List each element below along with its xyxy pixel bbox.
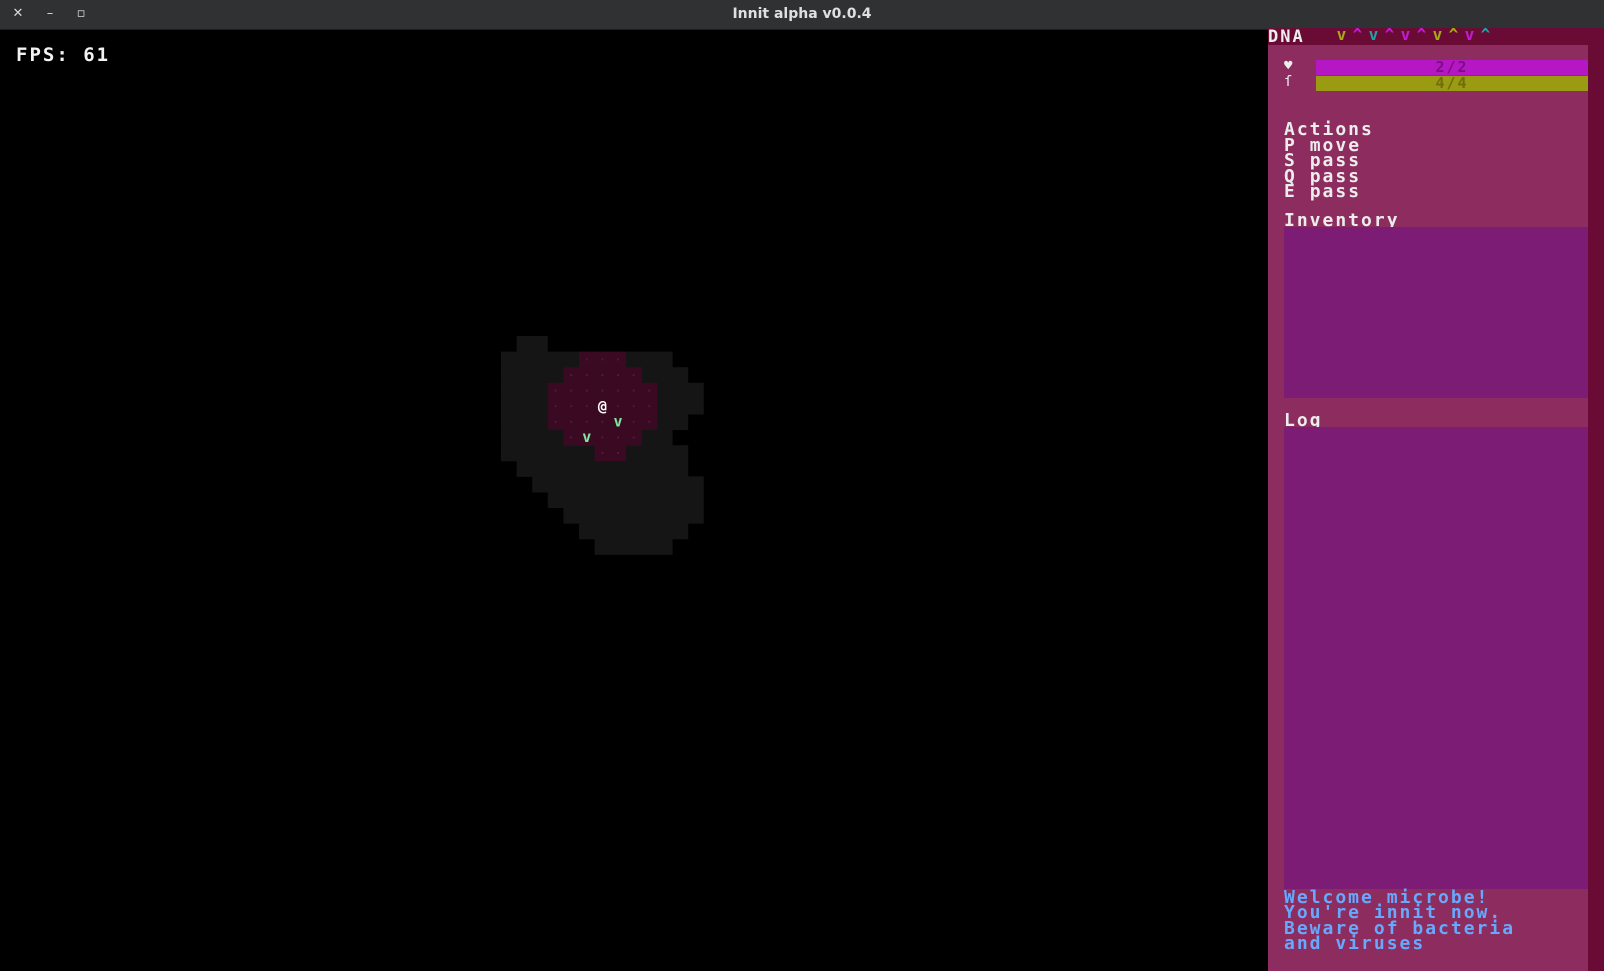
cell-dot xyxy=(648,405,651,408)
dna-label: DNA xyxy=(1268,27,1305,47)
action-key: E xyxy=(1284,181,1297,202)
dna-sequence: v ^ v ^ v ^ v ^ v ^ xyxy=(1334,26,1493,44)
dna-gene-icon: v xyxy=(1432,25,1443,44)
floor-tile-row xyxy=(532,476,704,493)
cell-dot xyxy=(632,374,635,376)
cell-dot xyxy=(585,374,588,376)
window-title: Innit alpha v0.0.4 xyxy=(732,6,872,22)
health-bar: 2/2 xyxy=(1316,58,1588,76)
cell-dot xyxy=(617,374,619,376)
cell-dot xyxy=(554,420,557,423)
cell-dot xyxy=(570,436,573,439)
flagellum-icon: ſ xyxy=(1284,74,1293,90)
health-stat: ♥ 2/2 xyxy=(1284,58,1588,76)
cell-dot xyxy=(617,452,619,454)
cell-dot xyxy=(585,420,588,423)
energy-value: 4/4 xyxy=(1435,74,1469,92)
floor-tile-row xyxy=(547,492,704,509)
actions-panel: Actions P move S pass Q pass E pass xyxy=(1284,121,1374,202)
game-map[interactable]: @ v v xyxy=(0,30,1268,971)
cell-dot xyxy=(570,420,573,423)
energy-stat: ſ 4/4 xyxy=(1284,74,1588,92)
dna-gene-icon: ^ xyxy=(1416,25,1427,44)
cell-dot xyxy=(585,389,588,392)
bacteria-icon[interactable]: v xyxy=(613,413,622,431)
cell-dot xyxy=(570,374,573,376)
cell-dot xyxy=(554,389,557,392)
cell-dot xyxy=(601,436,604,439)
cell-dot xyxy=(648,420,651,423)
sidebar-panel: DNA v ^ v ^ v ^ v ^ v ^ ♥ 2/2 ſ 4/4 Actions P mov… xyxy=(1268,26,1604,971)
cell-dot xyxy=(570,405,573,408)
heart-icon: ♥ xyxy=(1284,58,1293,74)
dna-gene-icon: ^ xyxy=(1480,25,1491,44)
cell-dot xyxy=(601,358,604,361)
cell-dot xyxy=(632,420,635,423)
floor-tile-row xyxy=(579,523,689,540)
cell-dot xyxy=(585,405,588,408)
fps-counter: FPS: 61 xyxy=(16,44,110,66)
dna-gene-icon: v xyxy=(1368,25,1379,44)
cell-dot xyxy=(601,452,604,454)
dna-gene-icon: ^ xyxy=(1384,25,1395,44)
cell-dot xyxy=(601,389,604,392)
fps-label: FPS: xyxy=(16,44,70,66)
cell-dot xyxy=(617,405,619,408)
dna-gene-icon: v xyxy=(1336,25,1347,44)
cell-dot xyxy=(617,358,619,361)
floor-tile-row xyxy=(516,336,548,353)
inventory-list[interactable] xyxy=(1284,227,1588,398)
cell-dot xyxy=(617,436,619,439)
cell-dot xyxy=(632,389,635,392)
floor-tile-row xyxy=(563,507,704,524)
log-panel xyxy=(1284,427,1588,889)
dna-gene-icon: v xyxy=(1400,25,1411,44)
fps-value: 61 xyxy=(83,44,111,66)
cell-dot xyxy=(632,405,635,408)
game-viewport[interactable]: @ v v FPS: 61 xyxy=(0,30,1268,971)
cell-dot xyxy=(585,358,588,361)
floor-tile-row xyxy=(516,460,689,477)
cell-dot xyxy=(601,420,604,423)
cell-dot xyxy=(554,405,557,408)
player-microbe-icon[interactable]: @ xyxy=(598,397,607,415)
action-label: pass xyxy=(1309,181,1362,202)
energy-bar: 4/4 xyxy=(1316,74,1588,92)
cell-dot xyxy=(617,389,619,392)
log-messages: Welcome microbe! You're innit now. Bewar… xyxy=(1284,888,1588,952)
dna-gene-icon: v xyxy=(1464,25,1475,44)
bacteria-icon[interactable]: v xyxy=(582,428,591,446)
cell-dot xyxy=(570,389,573,392)
dna-gene-icon: ^ xyxy=(1448,25,1459,44)
cell-dot xyxy=(632,436,635,439)
dna-gene-icon: ^ xyxy=(1352,25,1363,44)
floor-tile-row xyxy=(594,538,673,555)
cell-dot xyxy=(648,389,651,392)
cell-dot xyxy=(601,374,604,376)
action-e-pass[interactable]: E pass xyxy=(1284,181,1374,202)
sidebar-body: ♥ 2/2 ſ 4/4 Actions P move S pass Q pass… xyxy=(1268,45,1588,971)
dna-row: DNA v ^ v ^ v ^ v ^ v ^ xyxy=(1268,26,1604,47)
